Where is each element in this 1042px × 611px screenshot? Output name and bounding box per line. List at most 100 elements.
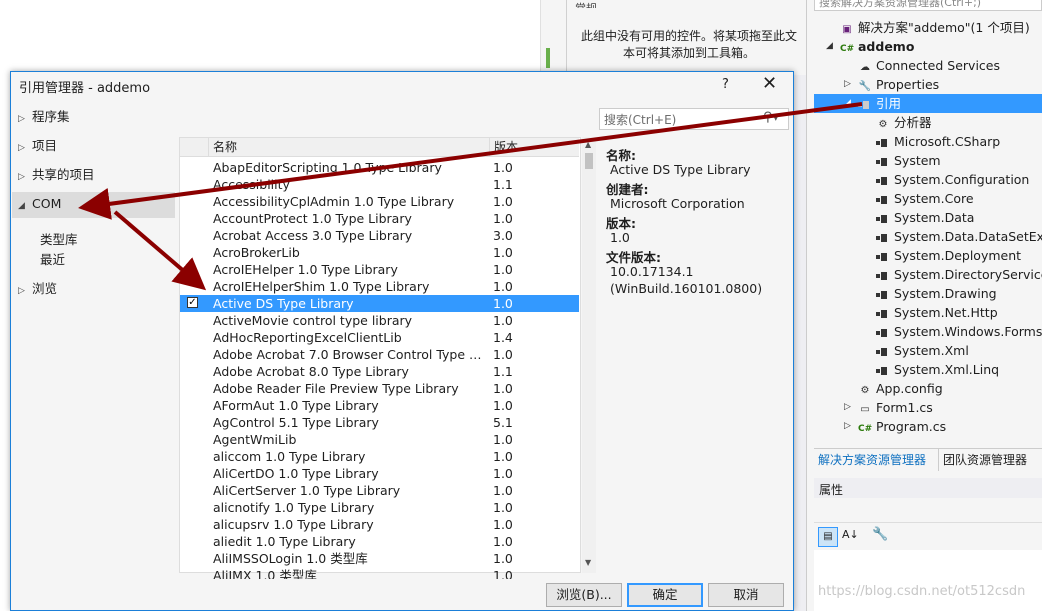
subnav-recent[interactable]: 最近 bbox=[40, 249, 65, 268]
table-row[interactable]: AFormAut 1.0 Type Library 1.0 bbox=[180, 397, 579, 414]
tree-item-label: System.Data.DataSetExte bbox=[894, 229, 1042, 244]
table-row[interactable]: AcroBrokerLib 1.0 bbox=[180, 244, 579, 261]
assembly-icon bbox=[876, 195, 888, 205]
tab-team-explorer[interactable]: 团队资源管理器 bbox=[938, 449, 1031, 471]
alphabetical-icon[interactable]: A↓ bbox=[842, 528, 859, 541]
row-version: 1.1 bbox=[493, 364, 513, 379]
tab-solution-explorer[interactable]: 解决方案资源管理器 bbox=[814, 449, 931, 471]
row-name: aliccom 1.0 Type Library bbox=[213, 449, 366, 464]
table-row[interactable]: AliIMSSOLogin 1.0 类型库 1.0 bbox=[180, 550, 579, 567]
detail-name-value: Active DS Type Library bbox=[610, 162, 751, 177]
row-name: AbapEditorScripting 1.0 Type Library bbox=[213, 160, 442, 175]
subnav-type-libraries[interactable]: 类型库 bbox=[40, 229, 78, 248]
tree-item[interactable]: System.Deployment bbox=[876, 246, 1021, 265]
expand-icon[interactable]: ▷ bbox=[844, 417, 851, 436]
tree-item[interactable]: System.Net.Http bbox=[876, 303, 998, 322]
nav-browse[interactable]: ▷ 浏览 bbox=[18, 278, 57, 300]
table-row[interactable]: AliCertDO 1.0 Type Library 1.0 bbox=[180, 465, 579, 482]
table-row[interactable]: AcroIEHelperShim 1.0 Type Library 1.0 bbox=[180, 278, 579, 295]
table-row[interactable]: Adobe Acrobat 8.0 Type Library 1.1 bbox=[180, 363, 579, 380]
table-row[interactable]: AliCertServer 1.0 Type Library 1.0 bbox=[180, 482, 579, 499]
nav-assemblies[interactable]: ▷ 程序集 bbox=[18, 106, 70, 128]
tree-item[interactable]: ⚙ 分析器 bbox=[876, 113, 932, 132]
tree-item[interactable]: ▣ 解决方案"addemo"(1 个项目) bbox=[840, 18, 1029, 37]
categorized-icon[interactable]: ▤ bbox=[818, 527, 838, 547]
collapse-icon[interactable]: ◢ bbox=[826, 37, 833, 56]
tree-item[interactable]: System.DirectoryServices bbox=[876, 265, 1042, 284]
assembly-icon bbox=[876, 347, 888, 357]
tree-item[interactable]: System.Configuration bbox=[876, 170, 1029, 189]
expand-icon[interactable]: ▷ bbox=[844, 398, 851, 417]
collapse-icon[interactable]: ◢ bbox=[844, 94, 851, 113]
tree-item-label: Properties bbox=[876, 77, 940, 92]
tree-item[interactable]: ▷ C# Program.cs bbox=[844, 417, 946, 436]
table-row[interactable]: alicupsrv 1.0 Type Library 1.0 bbox=[180, 516, 579, 533]
properties-toolbar: ▤ A↓ 🔧 bbox=[814, 522, 1042, 551]
help-button[interactable]: ? bbox=[722, 77, 729, 92]
tree-item[interactable]: Microsoft.CSharp bbox=[876, 132, 1000, 151]
table-row[interactable]: AliIMX 1.0 类型库 1.0 bbox=[180, 567, 579, 579]
table-row[interactable]: AbapEditorScripting 1.0 Type Library 1.0 bbox=[180, 159, 579, 176]
toolbox-group-header[interactable]: 常规 bbox=[575, 0, 800, 8]
row-name: AliIMX 1.0 类型库 bbox=[213, 568, 317, 579]
expand-icon: ▷ bbox=[18, 114, 25, 124]
tree-item-label: System.Windows.Forms bbox=[894, 324, 1042, 339]
close-button[interactable]: ✕ bbox=[762, 73, 777, 94]
row-name: Adobe Acrobat 7.0 Browser Control Type L… bbox=[213, 347, 483, 362]
nav-projects[interactable]: ▷ 项目 bbox=[18, 135, 57, 157]
property-pages-icon[interactable]: 🔧 bbox=[872, 527, 888, 542]
collapse-icon: ◢ bbox=[18, 201, 25, 211]
table-row[interactable]: aliccom 1.0 Type Library 1.0 bbox=[180, 448, 579, 465]
tree-item[interactable]: System.Xml.Linq bbox=[876, 360, 999, 379]
table-row[interactable]: Adobe Reader File Preview Type Library 1.… bbox=[180, 380, 579, 397]
tree-item[interactable]: System.Xml bbox=[876, 341, 969, 360]
table-row[interactable]: aliedit 1.0 Type Library 1.0 bbox=[180, 533, 579, 550]
row-name: ActiveMovie control type library bbox=[213, 313, 413, 328]
tree-item[interactable]: System.Data bbox=[876, 208, 974, 227]
row-name: AgControl 5.1 Type Library bbox=[213, 415, 379, 430]
table-row[interactable]: alicnotify 1.0 Type Library 1.0 bbox=[180, 499, 579, 516]
tree-item[interactable]: System bbox=[876, 151, 941, 170]
table-row[interactable]: AcroIEHelper 1.0 Type Library 1.0 bbox=[180, 261, 579, 278]
tree-item[interactable]: ◢ 引用 bbox=[844, 94, 901, 113]
column-header-name[interactable]: 名称 bbox=[208, 138, 489, 156]
search-icon[interactable]: ⚲▾ bbox=[763, 110, 779, 125]
tree-item[interactable]: ⚙ App.config bbox=[858, 379, 943, 398]
properties-grid bbox=[814, 550, 1042, 611]
cancel-button[interactable]: 取消 bbox=[708, 583, 784, 607]
table-row[interactable]: AccountProtect 1.0 Type Library 1.0 bbox=[180, 210, 579, 227]
nav-shared-projects[interactable]: ▷ 共享的项目 bbox=[18, 164, 95, 186]
table-row[interactable]: Adobe Acrobat 7.0 Browser Control Type L… bbox=[180, 346, 579, 363]
column-header-version[interactable]: 版本 bbox=[489, 138, 579, 156]
ok-button[interactable]: 确定 bbox=[627, 583, 703, 607]
tree-item[interactable]: ◢ C# addemo bbox=[826, 37, 914, 56]
tree-item[interactable]: ▷ 🔧 Properties bbox=[844, 75, 940, 94]
scroll-down-icon[interactable]: ▼ bbox=[585, 558, 591, 567]
browse-button[interactable]: 浏览(B)... bbox=[546, 583, 622, 607]
checkbox[interactable]: ✓ bbox=[187, 297, 198, 308]
expand-icon[interactable]: ▷ bbox=[844, 75, 851, 94]
nav-com[interactable]: ◢ COM bbox=[18, 193, 61, 215]
solution-explorer-search-input[interactable]: 搜索解决方案资源管理器(Ctrl+;) bbox=[814, 0, 1042, 11]
table-row[interactable]: AgentWmiLib 1.0 bbox=[180, 431, 579, 448]
row-name: AccountProtect 1.0 Type Library bbox=[213, 211, 412, 226]
assembly-icon bbox=[876, 328, 888, 338]
table-row[interactable]: AgControl 5.1 Type Library 5.1 bbox=[180, 414, 579, 431]
tree-item[interactable]: System.Drawing bbox=[876, 284, 997, 303]
tree-item[interactable]: System.Core bbox=[876, 189, 974, 208]
tree-item[interactable]: System.Windows.Forms bbox=[876, 322, 1042, 341]
tree-item[interactable]: System.Data.DataSetExte bbox=[876, 227, 1042, 246]
table-row[interactable]: AdHocReportingExcelClientLib 1.4 bbox=[180, 329, 579, 346]
scroll-up-icon[interactable]: ▲ bbox=[585, 140, 591, 149]
table-row[interactable]: Acrobat Access 3.0 Type Library 3.0 bbox=[180, 227, 579, 244]
tree-item-label: Connected Services bbox=[876, 58, 1000, 73]
table-row[interactable]: AccessibilityCplAdmin 1.0 Type Library 1.… bbox=[180, 193, 579, 210]
editor-scrollbar[interactable] bbox=[540, 0, 567, 75]
table-row[interactable]: ActiveMovie control type library 1.0 bbox=[180, 312, 579, 329]
list-scrollbar[interactable]: ▲ ▼ bbox=[582, 137, 596, 573]
table-row[interactable]: ✓ Active DS Type Library 1.0 bbox=[180, 295, 579, 312]
table-row[interactable]: Accessibility 1.1 bbox=[180, 176, 579, 193]
tree-item[interactable]: ▷ ▭ Form1.cs bbox=[844, 398, 933, 417]
tree-item[interactable]: ☁ Connected Services bbox=[858, 56, 1000, 75]
scrollbar-thumb[interactable] bbox=[585, 153, 593, 169]
